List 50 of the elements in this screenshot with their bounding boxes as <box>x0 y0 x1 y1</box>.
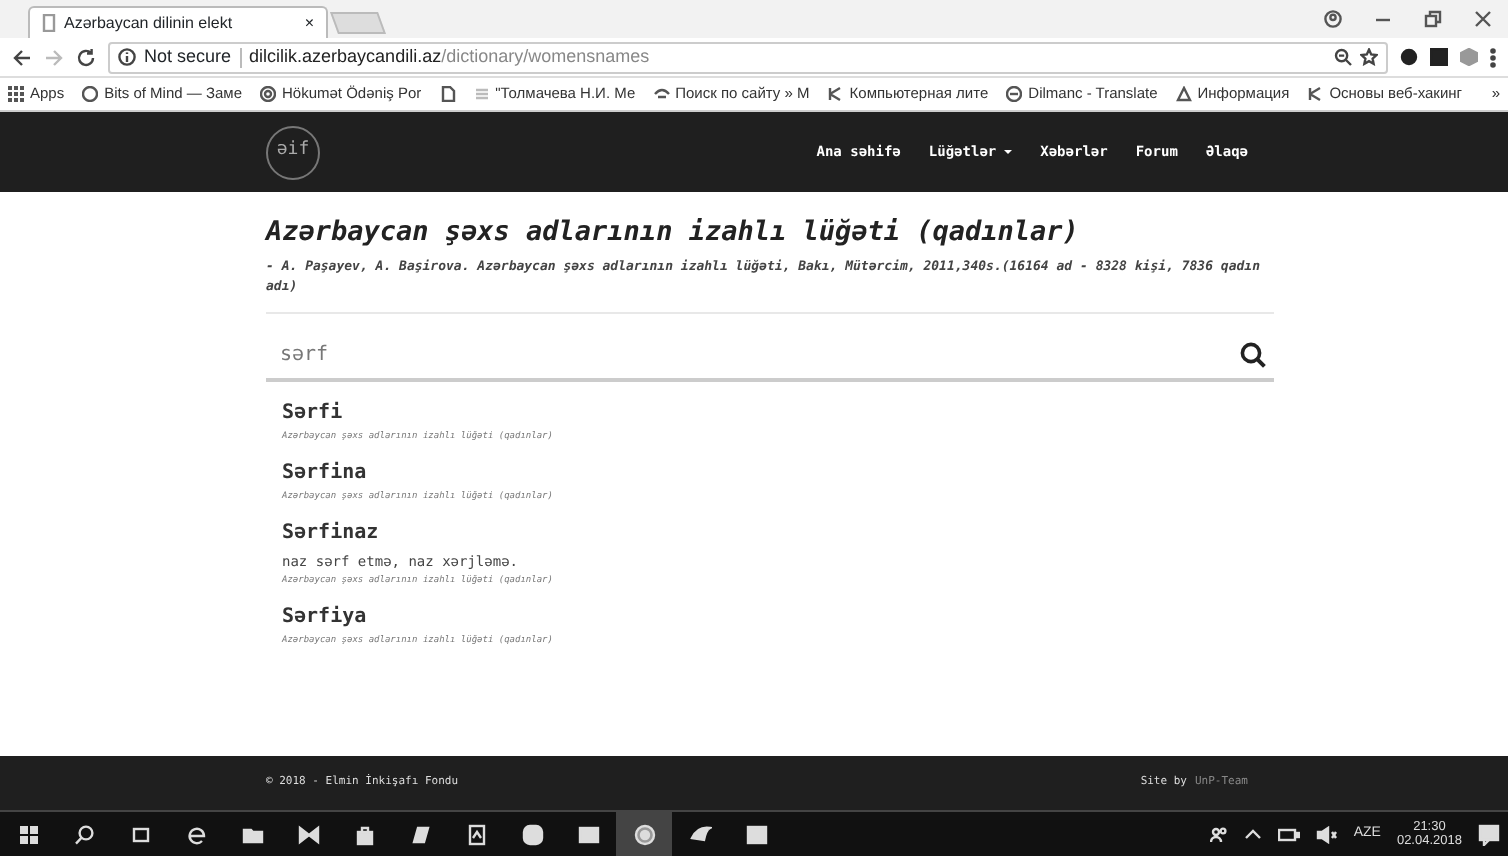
page-title: Azərbaycan şəxs adlarının izahlı lüğəti (qadınlar) <box>266 216 1081 249</box>
start-icon[interactable] <box>17 823 39 845</box>
document-icon <box>439 86 456 102</box>
address-bar[interactable]: Not secure dilcilik.azerbaycandili.az/dictionary/womensnames <box>108 41 1388 73</box>
browser-tab[interactable]: Azərbaycan dilinin elekt × <box>28 6 328 38</box>
e-icon[interactable] <box>185 823 207 845</box>
site-logo[interactable]: əif <box>266 125 320 179</box>
info-icon <box>118 48 136 66</box>
bag-icon[interactable] <box>353 823 375 845</box>
star-icon[interactable] <box>1360 48 1378 66</box>
search-icon[interactable] <box>73 823 95 845</box>
folder-icon[interactable] <box>241 823 263 845</box>
bookmark[interactable] <box>439 86 456 102</box>
apps-icon <box>8 86 24 102</box>
result-name[interactable]: Sərfina <box>282 457 1274 488</box>
circle-icon <box>1006 86 1023 102</box>
zoom-icon[interactable] <box>1334 48 1352 66</box>
people-icon[interactable] <box>1209 825 1228 843</box>
close-icon[interactable] <box>1474 10 1492 28</box>
result-name[interactable]: Sərfiya <box>282 601 1274 632</box>
arc-icon <box>653 86 670 102</box>
result-name[interactable]: Sərfinaz <box>282 517 1274 548</box>
account-icon[interactable] <box>1324 10 1342 28</box>
chevron-up-icon[interactable] <box>1243 825 1262 843</box>
back-icon[interactable] <box>12 47 32 67</box>
browser-icon[interactable] <box>633 823 655 845</box>
target-icon <box>260 86 276 102</box>
battery-icon[interactable] <box>1277 825 1300 843</box>
bowtie-icon[interactable] <box>297 823 319 845</box>
search-icon[interactable] <box>1240 341 1266 368</box>
page-icon <box>42 14 56 32</box>
notification-icon[interactable] <box>1478 823 1500 845</box>
document-icon[interactable] <box>465 823 487 845</box>
reload-icon[interactable] <box>76 47 96 67</box>
restore-icon[interactable] <box>1424 10 1442 28</box>
triangle-icon <box>1175 86 1192 102</box>
security-label: Not secure <box>144 43 232 70</box>
lines-icon <box>473 86 490 102</box>
tab-title: Azərbaycan dilinin elekt <box>64 11 233 35</box>
k-icon <box>1307 86 1324 102</box>
cube-extension-icon[interactable] <box>1460 48 1478 66</box>
circle-extension-icon[interactable] <box>1400 48 1418 66</box>
k-icon <box>827 86 844 102</box>
tab-close-button[interactable]: × <box>304 11 314 35</box>
task-view-icon[interactable] <box>129 823 151 845</box>
url-path: /dictionary/womensnames <box>441 43 650 70</box>
more-icon[interactable] <box>1490 47 1496 67</box>
url-host: dilcilik.azerbaycandili.az <box>249 43 442 70</box>
speaker-icon[interactable] <box>1315 825 1338 843</box>
result-name[interactable]: Sərfi <box>282 398 1274 429</box>
